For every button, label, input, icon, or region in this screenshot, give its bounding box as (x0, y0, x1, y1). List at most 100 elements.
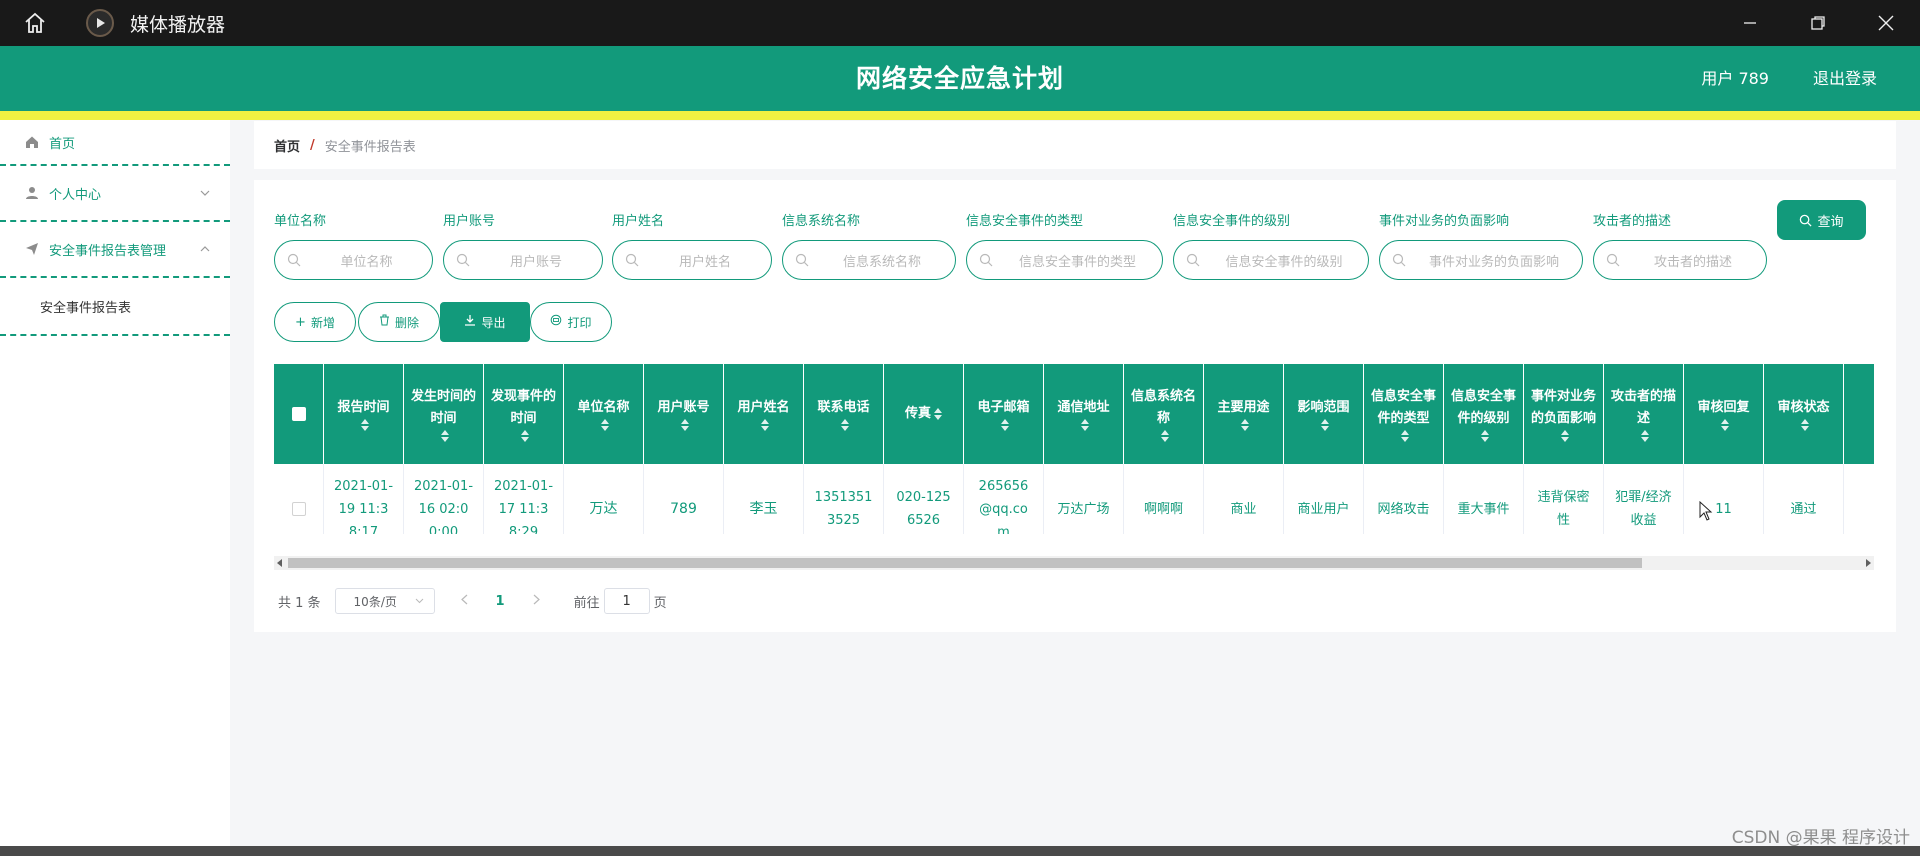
col-header-user-account[interactable]: 用户账号 (644, 364, 724, 464)
col-header-email[interactable]: 电子邮箱 (964, 364, 1044, 464)
col-header-address[interactable]: 通信地址 (1044, 364, 1124, 464)
col-header-negative-impact[interactable]: 事件对业务的负面影响 (1524, 364, 1604, 464)
sidebar-subitem-report-table[interactable]: 安全事件报告表 (0, 278, 230, 336)
sort-icon[interactable] (441, 430, 449, 442)
current-page-number[interactable]: 1 (496, 594, 505, 609)
breadcrumb-home[interactable]: 首页 (274, 136, 300, 155)
row-checkbox-cell (274, 464, 324, 534)
sidebar-item-profile[interactable]: 个人中心 (0, 166, 230, 222)
delete-button-label: 删除 (394, 315, 419, 330)
cell-attacker: 犯罪/经济收益 (1604, 464, 1684, 534)
search-icon (625, 253, 639, 267)
export-button[interactable]: 导出 (440, 302, 530, 342)
print-button[interactable]: 打印 (530, 302, 612, 342)
sort-icon[interactable] (1401, 430, 1409, 442)
sidebar-item-report-management[interactable]: 安全事件报告表管理 (0, 222, 230, 278)
sort-icon[interactable] (934, 408, 942, 420)
col-header-operations (1844, 364, 1874, 464)
event-level-input[interactable]: 信息安全事件的级别 (1173, 240, 1369, 280)
home-icon[interactable] (12, 0, 58, 46)
user-icon (24, 185, 40, 201)
sort-icon[interactable] (1161, 430, 1169, 442)
user-account-input[interactable]: 用户账号 (443, 240, 603, 280)
event-type-input[interactable]: 信息安全事件的类型 (966, 240, 1163, 280)
prev-page-button[interactable] (460, 593, 468, 609)
search-icon (1392, 253, 1406, 267)
chevron-up-icon (200, 241, 210, 255)
col-header-attacker[interactable]: 攻击者的描述 (1604, 364, 1684, 464)
sort-icon[interactable] (1321, 419, 1329, 431)
col-header-phone[interactable]: 联系电话 (804, 364, 884, 464)
sort-icon[interactable] (761, 419, 769, 431)
app-title: 网络安全应急计划 (855, 64, 1064, 93)
sort-icon[interactable] (1721, 419, 1729, 431)
logout-link[interactable]: 退出登录 (1813, 65, 1877, 89)
add-button[interactable]: + 新增 (274, 302, 356, 342)
col-header-user-name[interactable]: 用户姓名 (724, 364, 804, 464)
cell-event-type: 网络攻击 (1364, 464, 1444, 534)
attacker-description-input[interactable]: 攻击者的描述 (1593, 240, 1767, 280)
sort-icon[interactable] (681, 419, 689, 431)
restore-button[interactable] (1784, 0, 1852, 46)
window-title: 媒体播放器 (130, 13, 226, 36)
breadcrumb-current: 安全事件报告表 (324, 139, 416, 155)
horizontal-scrollbar[interactable] (274, 556, 1874, 570)
sort-icon[interactable] (1561, 430, 1569, 442)
system-name-input[interactable]: 信息系统名称 (782, 240, 956, 280)
filter-label-attacker: 攻击者的描述 (1593, 214, 1672, 229)
sort-icon[interactable] (1641, 430, 1649, 442)
sort-icon[interactable] (1801, 419, 1809, 431)
sort-icon[interactable] (361, 419, 369, 431)
search-button[interactable]: 查询 (1777, 200, 1866, 240)
search-icon (795, 253, 809, 267)
placeholder: 信息安全事件的级别 (1225, 254, 1343, 270)
plus-icon: + (295, 314, 306, 330)
home-icon (24, 134, 40, 150)
user-name-input[interactable]: 用户姓名 (612, 240, 772, 280)
next-page-button[interactable] (533, 593, 540, 609)
search-icon (1606, 253, 1620, 267)
scroll-left-arrow-icon[interactable] (277, 559, 282, 567)
col-header-report-time[interactable]: 报告时间 (324, 364, 404, 464)
goto-page-input[interactable]: 1 (603, 588, 650, 614)
minimize-button[interactable] (1716, 0, 1784, 46)
chevron-down-icon (200, 185, 210, 199)
placeholder: 信息安全事件的类型 (1018, 254, 1136, 270)
sort-icon[interactable] (521, 430, 529, 442)
scroll-right-arrow-icon[interactable] (1866, 559, 1871, 567)
sort-icon[interactable] (601, 419, 609, 431)
col-header-review-status[interactable]: 审核状态 (1764, 364, 1844, 464)
sort-icon[interactable] (1481, 430, 1489, 442)
sort-icon[interactable] (1001, 419, 1009, 431)
col-header-main-use[interactable]: 主要用途 (1204, 364, 1284, 464)
mouse-cursor-icon (1699, 500, 1713, 525)
col-header-event-level[interactable]: 信息安全事件的级别 (1444, 364, 1524, 464)
cell-phone: 13513513525 (804, 464, 884, 534)
sidebar-item-home[interactable]: 首页 (0, 120, 230, 166)
current-user: 用户 789 (1701, 69, 1769, 88)
data-table: 报告时间 发生时间的时间 发现事件的时间 单位名称 用户账号 用户姓名 联系电话… (274, 364, 1874, 534)
page-size-select[interactable]: 10条/页 (334, 588, 435, 614)
scrollbar-thumb[interactable] (288, 558, 1642, 568)
delete-button[interactable]: 删除 (358, 302, 440, 342)
col-header-impact-scope[interactable]: 影响范围 (1284, 364, 1364, 464)
col-header-event-type[interactable]: 信息安全事件的类型 (1364, 364, 1444, 464)
negative-impact-input[interactable]: 事件对业务的负面影响 (1379, 240, 1583, 280)
table-row[interactable]: 2021-01-19 11:38:17 2021-01-16 02:00:00 … (274, 464, 1874, 534)
sort-icon[interactable] (1241, 419, 1249, 431)
close-button[interactable] (1852, 0, 1920, 46)
col-header-review-reply[interactable]: 审核回复 (1684, 364, 1764, 464)
row-checkbox[interactable] (291, 502, 306, 516)
sort-icon[interactable] (841, 419, 849, 431)
sort-icon[interactable] (1081, 419, 1089, 431)
select-all-checkbox[interactable] (291, 407, 306, 421)
sidebar-item-label: 安全事件报告表管理 (49, 243, 167, 259)
col-header-unit-name[interactable]: 单位名称 (564, 364, 644, 464)
col-header-discover-time[interactable]: 发现事件的时间 (484, 364, 564, 464)
select-all-checkbox-cell (274, 364, 324, 464)
cell-review-reply: 11 (1684, 464, 1764, 534)
col-header-occur-time[interactable]: 发生时间的时间 (404, 364, 484, 464)
col-header-system-name[interactable]: 信息系统名称 (1124, 364, 1204, 464)
col-header-fax[interactable]: 传真 (884, 364, 964, 464)
unit-name-input[interactable]: 单位名称 (274, 240, 433, 280)
